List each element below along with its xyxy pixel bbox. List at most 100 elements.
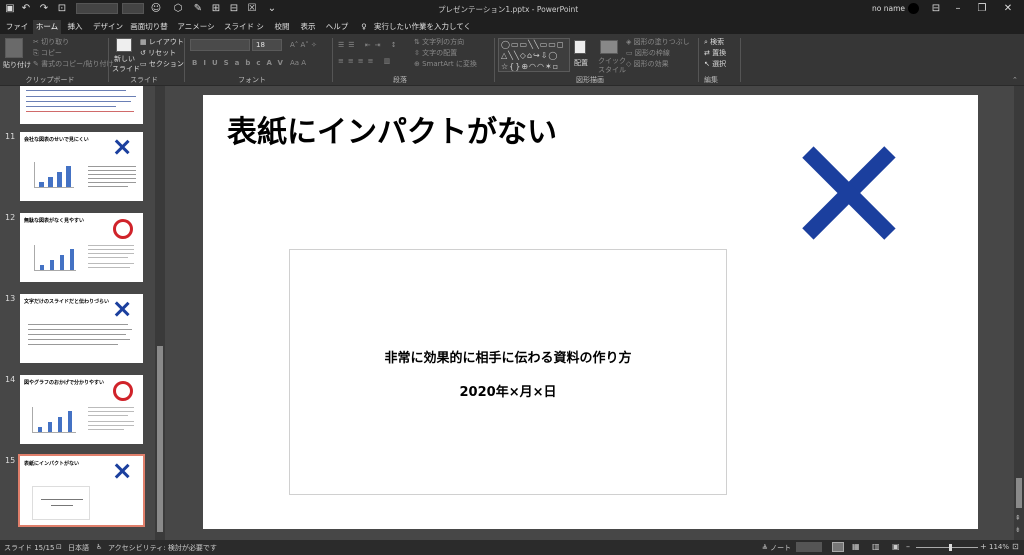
accessibility-status[interactable]: アクセシビリティ: 検討が必要です: [108, 543, 217, 553]
shape-fill-label: 図形の塗りつぶし: [633, 38, 690, 46]
slide-thumbnail-13[interactable]: 文字だけのスライドだと伝わりづらい: [20, 294, 143, 363]
title-separator: -: [531, 5, 535, 14]
tab-view[interactable]: 表示: [298, 20, 318, 34]
reset-button[interactable]: ↺ リセット: [140, 48, 176, 58]
zoom-out-icon[interactable]: –: [906, 542, 910, 551]
qat-icon-2[interactable]: ⬡: [172, 3, 184, 15]
collapse-ribbon-icon[interactable]: ⌃: [1012, 76, 1018, 84]
replace-button[interactable]: ⇄ 置換: [704, 48, 726, 58]
shape-effect-button[interactable]: ◇ 図形の効果: [626, 59, 669, 69]
ribbon-display-icon[interactable]: ⊟: [930, 3, 942, 15]
restore-icon[interactable]: ❐: [976, 3, 988, 15]
slide-thumbnail-14[interactable]: 図やグラフのおかげで分かりやすい: [20, 375, 143, 444]
thumbnail-scroll-thumb[interactable]: [157, 346, 163, 532]
tab-home[interactable]: ホーム: [33, 20, 61, 34]
slide-thumbnail-15[interactable]: 表紙にインパクトがない: [20, 456, 143, 525]
find-button[interactable]: ⌕ 検索: [704, 37, 724, 47]
reading-view-icon[interactable]: ▥: [872, 542, 880, 551]
zoom-slider[interactable]: [916, 544, 978, 551]
save-icon[interactable]: ▣: [4, 3, 16, 15]
thumb-title-13: 文字だけのスライドだと伝わりづらい: [24, 299, 110, 305]
qat-icon-4[interactable]: ⊞: [210, 3, 222, 15]
fit-to-window-icon[interactable]: ⊡: [1012, 542, 1019, 551]
arrange-button[interactable]: 配置: [574, 58, 588, 68]
accessibility-icon[interactable]: ♿: [96, 543, 102, 551]
section-button[interactable]: ▭ セクション: [140, 59, 184, 69]
shape-outline-button[interactable]: ▭ 図形の枠線: [626, 48, 670, 58]
new-slide-icon[interactable]: [116, 38, 132, 52]
redo-icon[interactable]: ↷: [38, 3, 50, 15]
undo-icon[interactable]: ↶: [20, 3, 32, 15]
large-x-mark-icon[interactable]: [791, 135, 907, 251]
comments-button[interactable]: [796, 542, 822, 552]
tab-design[interactable]: デザイン: [92, 20, 124, 34]
tab-review[interactable]: 校閲: [272, 20, 292, 34]
close-icon[interactable]: ✕: [1002, 3, 1014, 15]
editor-scrollbar[interactable]: ⇞ ⇟: [1014, 86, 1024, 540]
start-from-beginning-icon[interactable]: ⊡: [56, 3, 68, 15]
language-indicator[interactable]: 日本語: [68, 543, 89, 553]
slide-canvas[interactable]: 表紙にインパクトがない 非常に効果的に相手に伝わる資料の作り方 2020年×月×…: [203, 95, 978, 529]
slide-sorter-icon[interactable]: ▦: [852, 542, 860, 551]
align-text-button[interactable]: ⇳ 文字の配置: [414, 48, 457, 58]
zoom-slider-thumb[interactable]: [949, 544, 952, 551]
normal-view-icon[interactable]: [832, 542, 844, 552]
qat-icon-5[interactable]: ⊟: [228, 3, 240, 15]
shape-gallery[interactable]: ◯▭▭╲╲▭▭◻ △╲╲◇⌂↪⇩◯ ☆{}⊕◠◠✶▫: [498, 38, 570, 72]
qat-icon-1[interactable]: ☺: [150, 3, 162, 15]
editor-scroll-thumb[interactable]: [1016, 478, 1022, 508]
slide-thumbnail-10[interactable]: [20, 86, 143, 124]
tab-animations[interactable]: アニメーション: [176, 20, 216, 45]
slide-thumbnail-11[interactable]: 会社な図表のせいで見にくい: [20, 132, 143, 201]
tab-transitions[interactable]: 画面切り替え: [128, 20, 170, 45]
font-size-select[interactable]: 18: [252, 39, 282, 51]
prev-slide-icon[interactable]: ⇞: [1015, 514, 1021, 522]
tab-slideshow[interactable]: スライド ショー: [222, 20, 266, 45]
minimize-icon[interactable]: –: [952, 3, 964, 15]
thumbnail-scrollbar[interactable]: [155, 86, 165, 540]
copy-button[interactable]: ⎘ コピー: [33, 48, 62, 58]
slide-title[interactable]: 表紙にインパクトがない: [227, 107, 557, 151]
layout-button[interactable]: ▦ レイアウト: [140, 37, 184, 47]
qat-icon-3[interactable]: ✎: [192, 3, 204, 15]
tab-insert[interactable]: 挿入: [64, 20, 86, 34]
list-buttons[interactable]: ☰☰ ⇤⇥ ↕: [338, 40, 401, 50]
tell-me-search[interactable]: 実行したい作業を入力してください: [374, 20, 474, 45]
spell-check-icon[interactable]: ⊡: [56, 543, 62, 551]
cut-button[interactable]: ✂ 切り取り: [33, 37, 69, 47]
tab-help[interactable]: ヘルプ: [324, 20, 350, 34]
zoom-level[interactable]: 114%: [989, 543, 1009, 551]
font-format-buttons[interactable]: BIUSabcAV: [192, 58, 289, 68]
quick-style-label-2[interactable]: スタイル: [598, 65, 626, 75]
new-slide-label-2[interactable]: スライド: [112, 64, 140, 74]
shape-fill-button[interactable]: ◈ 図形の塗りつぶし: [626, 37, 690, 47]
slide-thumbnail-12[interactable]: 無駄な図表がなく見やすい: [20, 213, 143, 282]
smartart-button[interactable]: ⊕ SmartArt に変換: [414, 59, 477, 69]
align-buttons[interactable]: ≡≡≡≡ ▥: [338, 56, 394, 66]
shape-effect-label: 図形の効果: [633, 60, 669, 68]
arrange-icon[interactable]: [574, 40, 586, 54]
slideshow-view-icon[interactable]: ▣: [892, 542, 900, 551]
new-slide-label[interactable]: 新しい: [114, 54, 135, 64]
format-painter-button[interactable]: ✎ 書式のコピー/貼り付け: [33, 59, 113, 69]
find-label: 検索: [710, 38, 725, 46]
qat-size-box[interactable]: [122, 3, 144, 14]
font-name-select[interactable]: [190, 39, 250, 51]
tab-file[interactable]: ファイル: [4, 20, 30, 45]
font-size-buttons[interactable]: A˄ A˅ ✧: [290, 40, 317, 50]
user-name[interactable]: no name: [872, 4, 905, 13]
notes-button[interactable]: ≜ ノート: [762, 543, 791, 553]
next-slide-icon[interactable]: ⇟: [1015, 526, 1021, 534]
qat-more-icon[interactable]: ⌄: [266, 3, 278, 15]
select-button[interactable]: ↖ 選択: [704, 59, 726, 69]
qat-icon-6[interactable]: ☒: [246, 3, 258, 15]
avatar[interactable]: [908, 3, 919, 14]
qat-font-box[interactable]: [76, 3, 118, 14]
font-color-buttons[interactable]: Aa A: [290, 58, 306, 68]
paste-button[interactable]: 貼り付け: [3, 60, 31, 70]
text-direction-button[interactable]: ⇅ 文字列の方向: [414, 37, 464, 47]
zoom-in-icon[interactable]: +: [980, 542, 987, 551]
subtitle-placeholder[interactable]: 非常に効果的に相手に伝わる資料の作り方 2020年×月×日: [289, 249, 727, 495]
quick-style-icon[interactable]: [600, 40, 618, 54]
paste-icon[interactable]: [5, 38, 23, 58]
